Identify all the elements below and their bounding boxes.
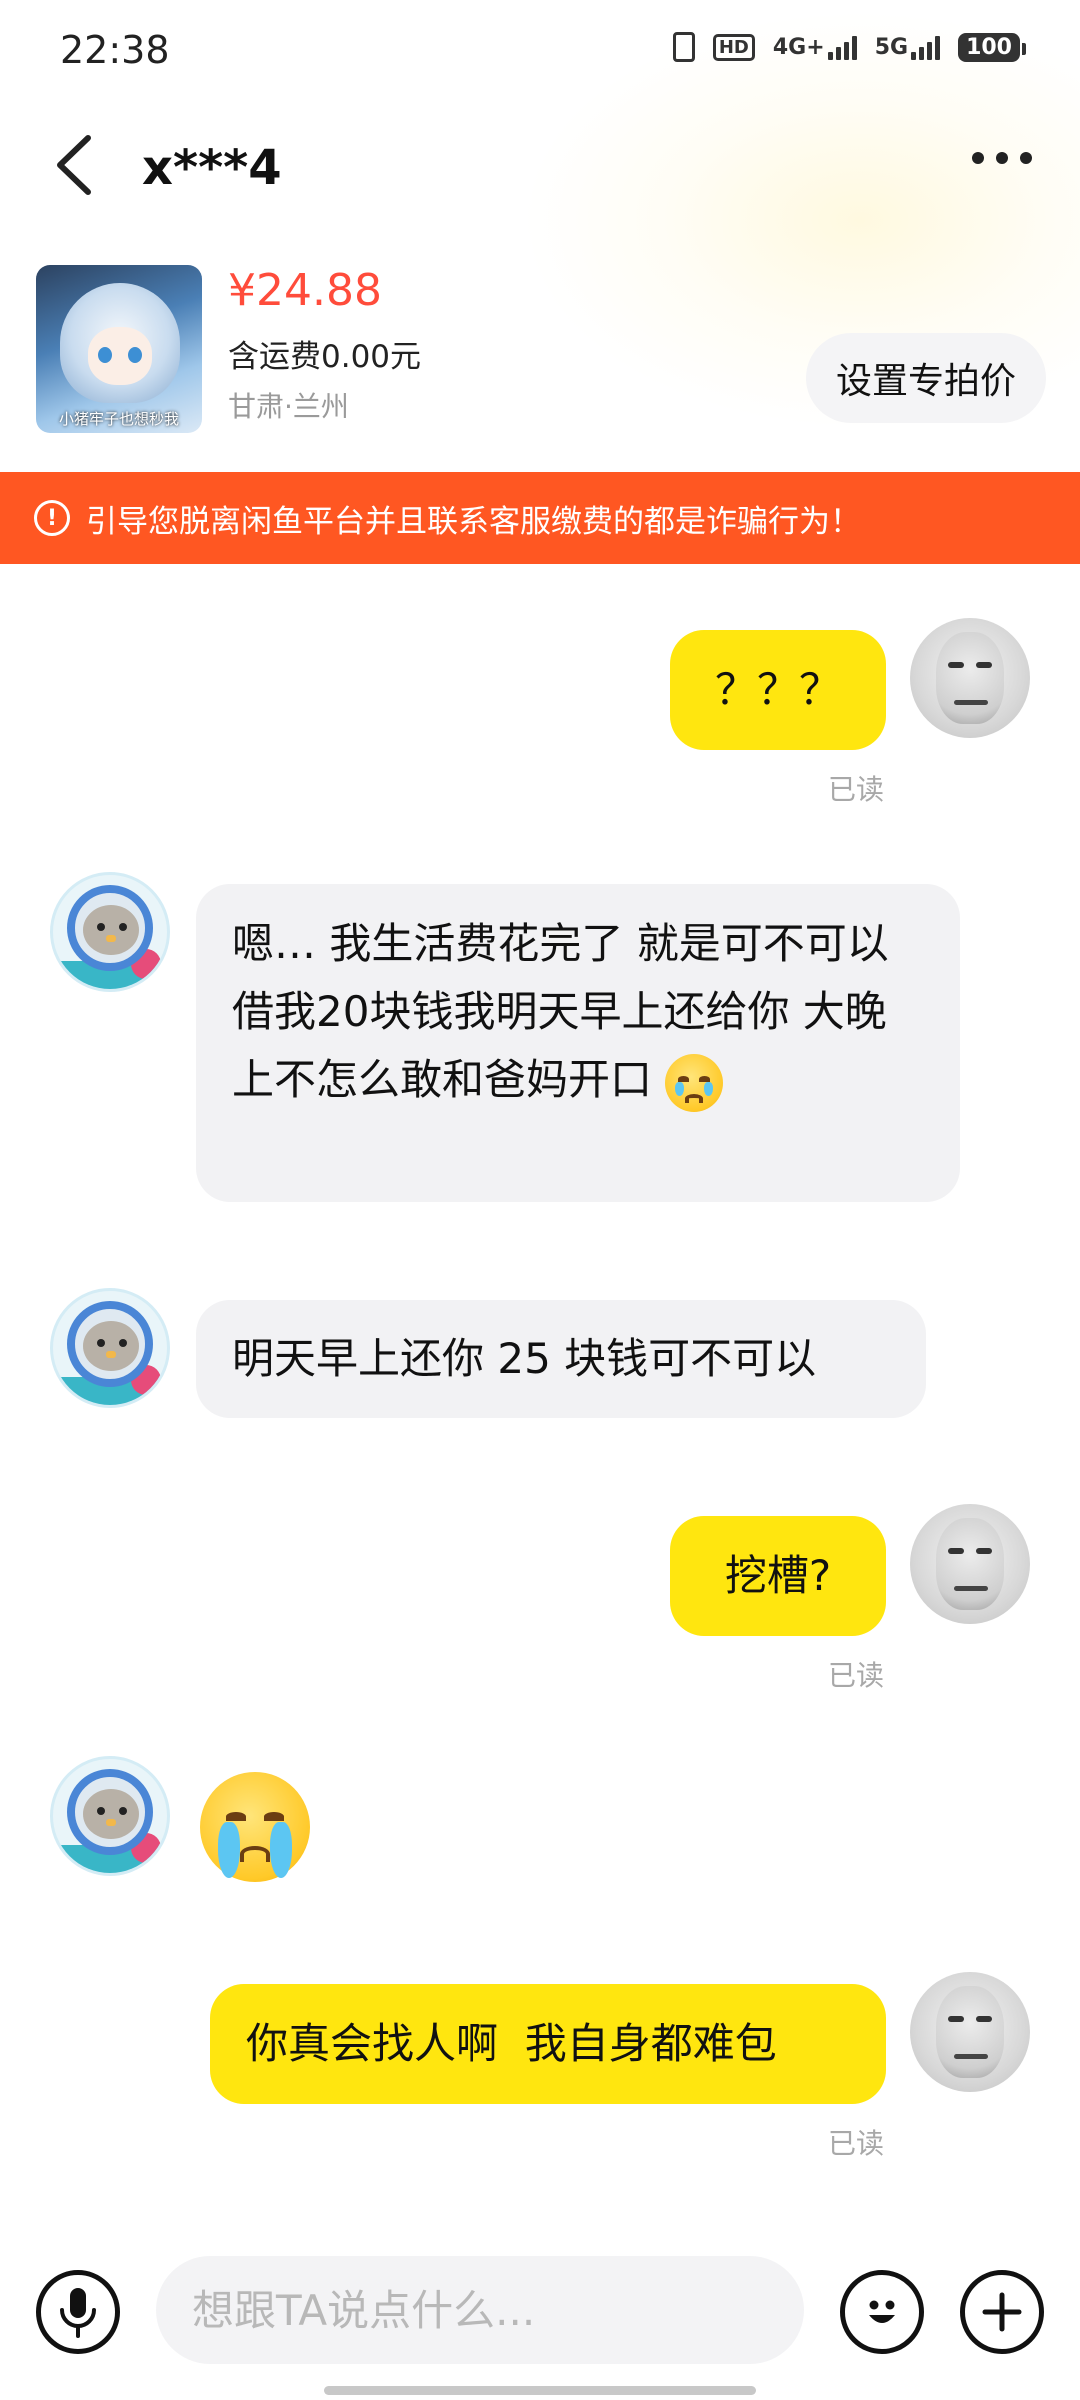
network-5g-label: 5G <box>874 34 909 60</box>
chat-header: x***4 <box>0 110 1080 220</box>
message-bubble[interactable]: 挖槽? <box>670 1516 886 1636</box>
contact-avatar[interactable] <box>50 1288 170 1408</box>
emoji-picker-button[interactable] <box>840 2270 924 2354</box>
input-bar <box>0 2240 1080 2370</box>
smiley-icon <box>869 2300 895 2323</box>
product-card[interactable]: 小猪牢子也想秒我 ¥24.88 含运费0.00元 甘肃·兰州 设置专拍价 <box>36 265 1046 435</box>
vibrate-icon <box>672 32 695 62</box>
hd-icon: HD <box>712 33 755 61</box>
network-4g-label: 4G+ <box>772 34 825 60</box>
status-icons: HD 4G+ 5G 100 <box>672 32 1026 62</box>
message-bubble[interactable]: ？？？ <box>670 630 886 750</box>
my-avatar[interactable] <box>910 1504 1030 1624</box>
more-options-button[interactable] <box>972 152 1032 164</box>
back-button[interactable] <box>48 132 108 198</box>
warning-icon: ! <box>34 500 70 536</box>
dot-icon <box>1020 152 1032 164</box>
status-time: 22:38 <box>60 28 170 72</box>
voice-input-button[interactable] <box>36 2270 120 2354</box>
chevron-left-icon <box>57 135 91 195</box>
shipping-info: 含运费0.00元 <box>228 339 422 375</box>
dot-icon <box>972 152 984 164</box>
chat-title: x***4 <box>142 140 282 196</box>
microphone-icon <box>60 2288 96 2338</box>
signal-5g-icon: 5G <box>874 34 941 60</box>
read-status: 已读 <box>828 1659 885 1692</box>
message-text: 嗯… 我生活费花完了 就是可不可以借我20块钱我明天早上还给你 大晚上不怎么敢和… <box>232 919 889 1104</box>
my-avatar[interactable] <box>910 1972 1030 2092</box>
battery-icon: 100 <box>958 32 1026 62</box>
crying-face-emoji <box>665 1053 724 1112</box>
my-avatar[interactable] <box>910 618 1030 738</box>
contact-avatar[interactable] <box>50 1756 170 1876</box>
plus-icon <box>982 2292 1022 2332</box>
more-actions-button[interactable] <box>960 2270 1044 2354</box>
dot-icon <box>996 152 1008 164</box>
message-input[interactable] <box>156 2256 804 2364</box>
message-bubble[interactable]: 明天早上还你 25 块钱可不可以 <box>196 1300 926 1418</box>
signal-bars <box>827 35 857 60</box>
set-special-price-button[interactable]: 设置专拍价 <box>805 333 1046 423</box>
signal-4g-icon: 4G+ <box>773 35 857 60</box>
message-bubble[interactable]: 嗯… 我生活费花完了 就是可不可以借我20块钱我明天早上还给你 大晚上不怎么敢和… <box>196 884 960 1202</box>
loudly-crying-face-emoji[interactable] <box>200 1772 310 1882</box>
home-indicator[interactable] <box>324 2386 756 2395</box>
signal-bars <box>911 35 941 60</box>
read-status: 已读 <box>828 2127 885 2160</box>
message-bubble[interactable]: 你真会找人啊 我自身都难包 <box>210 1984 886 2104</box>
thumbnail-caption: 小猪牢子也想秒我 <box>58 410 179 428</box>
warning-text: 引导您脱离闲鱼平台并且联系客服缴费的都是诈骗行为！ <box>86 503 861 540</box>
chat-screen: 22:38 HD 4G+ 5G 100 x***4 小猪牢子也想秒我 ¥24.8… <box>0 0 1080 2400</box>
product-location: 甘肃·兰州 <box>228 390 349 423</box>
contact-avatar[interactable] <box>50 872 170 992</box>
product-thumbnail[interactable]: 小猪牢子也想秒我 <box>36 265 202 433</box>
fraud-warning-banner: ! 引导您脱离闲鱼平台并且联系客服缴费的都是诈骗行为！ <box>0 472 1080 564</box>
status-bar: 22:38 HD 4G+ 5G 100 <box>0 0 1080 100</box>
product-price: ¥24.88 <box>228 265 382 316</box>
read-status: 已读 <box>828 773 885 806</box>
